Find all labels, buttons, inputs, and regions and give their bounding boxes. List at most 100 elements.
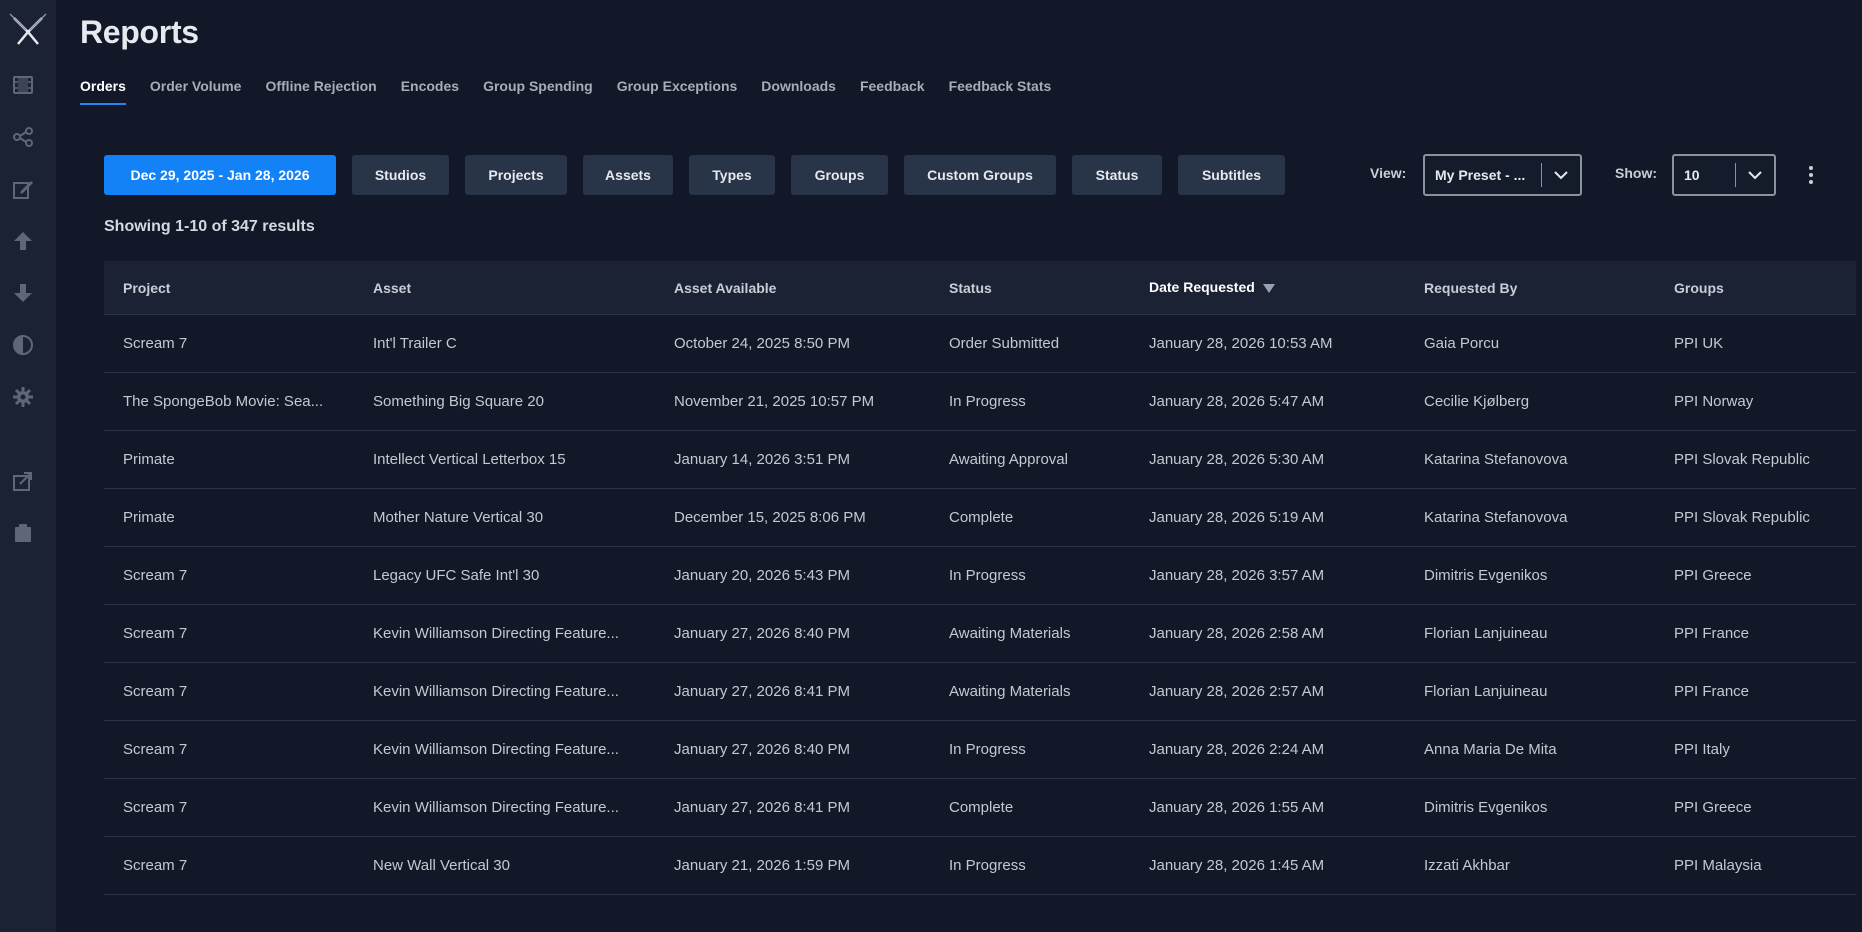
groups-filter-button[interactable]: Groups	[791, 155, 888, 195]
clipboard-icon[interactable]	[12, 522, 34, 544]
tab-encodes[interactable]: Encodes	[401, 78, 459, 106]
share-icon[interactable]	[12, 126, 34, 148]
logo-icon[interactable]	[8, 12, 48, 48]
report-tabs: Orders Order Volume Offline Rejection En…	[80, 78, 1075, 108]
types-filter-button[interactable]: Types	[689, 155, 775, 195]
filter-bar: Dec 29, 2025 - Jan 28, 2026 Studios Proj…	[104, 155, 1301, 195]
column-header-date-requested-label: Date Requested	[1149, 278, 1255, 295]
cell-asset-available: January 27, 2026 8:41 PM	[674, 799, 850, 816]
cell-requested-by: Izzati Akhbar	[1424, 857, 1510, 874]
table-row[interactable]: Scream 7 Kevin Williamson Directing Featu…	[104, 721, 1856, 779]
cell-asset: Legacy UFC Safe Int'l 30	[373, 567, 540, 584]
column-header-project[interactable]: Project	[123, 280, 170, 296]
view-preset-value: My Preset - ...	[1435, 167, 1526, 183]
gear-icon[interactable]	[12, 386, 34, 408]
upload-icon[interactable]	[12, 230, 34, 252]
cell-groups: PPI France	[1674, 625, 1750, 642]
cell-status: Awaiting Materials	[949, 625, 1071, 642]
view-label: View:	[1370, 165, 1407, 181]
download-icon[interactable]	[12, 282, 34, 304]
cell-asset-available: January 21, 2026 1:59 PM	[674, 857, 850, 874]
tab-order-volume[interactable]: Order Volume	[150, 78, 242, 106]
tab-orders[interactable]: Orders	[80, 78, 126, 106]
show-label: Show:	[1615, 165, 1657, 181]
sort-descending-icon	[1262, 280, 1275, 296]
cell-project: Primate	[123, 509, 175, 526]
cell-project: Scream 7	[123, 741, 188, 758]
cell-date-requested: January 28, 2026 2:57 AM	[1149, 683, 1325, 700]
film-icon[interactable]	[12, 74, 34, 96]
cell-asset-available: January 27, 2026 8:41 PM	[674, 683, 850, 700]
cell-date-requested: January 28, 2026 10:53 AM	[1149, 335, 1333, 352]
contrast-icon[interactable]	[12, 334, 34, 356]
page-size-value: 10	[1684, 167, 1700, 183]
column-header-requested-by[interactable]: Requested By	[1424, 280, 1517, 296]
table-row[interactable]: Scream 7 Kevin Williamson Directing Featu…	[104, 605, 1856, 663]
tab-group-exceptions[interactable]: Group Exceptions	[617, 78, 738, 106]
table-row[interactable]: Scream 7 Legacy UFC Safe Int'l 30 January …	[104, 547, 1856, 605]
cell-date-requested: January 28, 2026 1:55 AM	[1149, 799, 1325, 816]
column-header-status[interactable]: Status	[949, 280, 992, 296]
status-filter-button[interactable]: Status	[1072, 155, 1162, 195]
projects-filter-button[interactable]: Projects	[465, 155, 567, 195]
cell-requested-by: Katarina Stefanovova	[1424, 509, 1568, 526]
table-row[interactable]: The SpongeBob Movie: Sea... Something Big…	[104, 373, 1856, 431]
cell-asset: Something Big Square 20	[373, 393, 544, 410]
cell-requested-by: Katarina Stefanovova	[1424, 451, 1568, 468]
cell-groups: PPI Greece	[1674, 567, 1752, 584]
cell-asset: New Wall Vertical 30	[373, 857, 510, 874]
cell-status: Order Submitted	[949, 335, 1060, 352]
table-row[interactable]: Primate Intellect Vertical Letterbox 15 Ja…	[104, 431, 1856, 489]
table-row[interactable]: Scream 7 Int'l Trailer C October 24, 2025 …	[104, 315, 1856, 373]
orders-table: Project Asset Asset Available Status Dat…	[104, 261, 1856, 895]
edit-icon[interactable]	[12, 178, 34, 200]
table-header: Project Asset Asset Available Status Dat…	[104, 261, 1856, 315]
cell-requested-by: Gaia Porcu	[1424, 335, 1500, 352]
cell-groups: PPI UK	[1674, 335, 1724, 352]
column-header-asset[interactable]: Asset	[373, 280, 411, 296]
cell-asset: Kevin Williamson Directing Feature...	[373, 741, 619, 758]
column-header-asset-available[interactable]: Asset Available	[674, 280, 776, 296]
column-header-groups[interactable]: Groups	[1674, 280, 1724, 296]
view-preset-select[interactable]: My Preset - ...	[1423, 154, 1582, 196]
cell-project: Scream 7	[123, 335, 188, 352]
cell-requested-by: Florian Lanjuineau	[1424, 683, 1548, 700]
cell-date-requested: January 28, 2026 3:57 AM	[1149, 567, 1325, 584]
cell-date-requested: January 28, 2026 5:19 AM	[1149, 509, 1325, 526]
chevron-down-icon	[1736, 170, 1774, 180]
tab-feedback-stats[interactable]: Feedback Stats	[949, 78, 1052, 106]
subtitles-filter-button[interactable]: Subtitles	[1178, 155, 1285, 195]
cell-groups: PPI Greece	[1674, 799, 1752, 816]
cell-asset: Kevin Williamson Directing Feature...	[373, 799, 619, 816]
export-icon[interactable]	[12, 470, 34, 492]
tab-group-spending[interactable]: Group Spending	[483, 78, 593, 106]
tab-downloads[interactable]: Downloads	[761, 78, 836, 106]
table-row[interactable]: Scream 7 New Wall Vertical 30 January 21, …	[104, 837, 1856, 895]
page-size-select[interactable]: 10	[1672, 154, 1776, 196]
cell-asset-available: December 15, 2025 8:06 PM	[674, 509, 866, 526]
cell-date-requested: January 28, 2026 2:58 AM	[1149, 625, 1325, 642]
cell-asset: Mother Nature Vertical 30	[373, 509, 544, 526]
tab-offline-rejection[interactable]: Offline Rejection	[265, 78, 376, 106]
sidebar	[0, 0, 56, 932]
table-row[interactable]: Scream 7 Kevin Williamson Directing Featu…	[104, 779, 1856, 837]
cell-date-requested: January 28, 2026 5:47 AM	[1149, 393, 1325, 410]
studios-filter-button[interactable]: Studios	[352, 155, 449, 195]
cell-asset-available: October 24, 2025 8:50 PM	[674, 335, 850, 352]
cell-asset: Kevin Williamson Directing Feature...	[373, 683, 619, 700]
table-body: Scream 7 Int'l Trailer C October 24, 2025 …	[104, 315, 1856, 895]
table-row[interactable]: Scream 7 Kevin Williamson Directing Featu…	[104, 663, 1856, 721]
table-row[interactable]: Primate Mother Nature Vertical 30 December…	[104, 489, 1856, 547]
cell-status: Complete	[949, 509, 1014, 526]
results-count: Showing 1-10 of 347 results	[104, 218, 315, 235]
cell-asset: Intellect Vertical Letterbox 15	[373, 451, 566, 468]
more-options-icon[interactable]	[1801, 163, 1821, 187]
custom-groups-filter-button[interactable]: Custom Groups	[904, 155, 1056, 195]
date-range-button[interactable]: Dec 29, 2025 - Jan 28, 2026	[104, 155, 336, 195]
cell-groups: PPI Slovak Republic	[1674, 509, 1810, 526]
assets-filter-button[interactable]: Assets	[583, 155, 673, 195]
tab-feedback[interactable]: Feedback	[860, 78, 925, 106]
cell-requested-by: Anna Maria De Mita	[1424, 741, 1557, 758]
cell-requested-by: Cecilie Kjølberg	[1424, 393, 1530, 410]
column-header-date-requested[interactable]: Date Requested	[1149, 279, 1275, 296]
